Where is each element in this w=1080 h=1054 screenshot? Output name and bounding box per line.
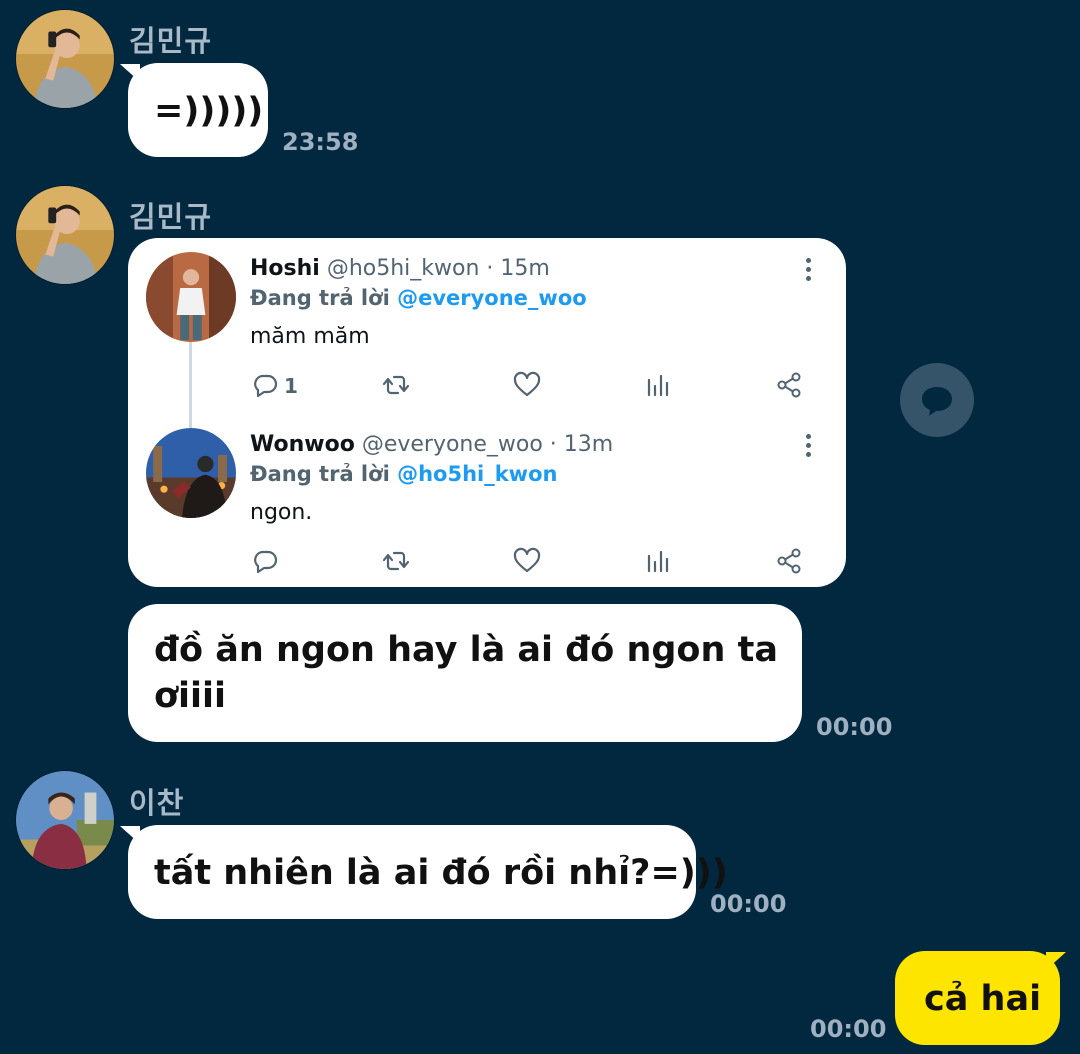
reply-mention-link[interactable]: @ho5hi_kwon (397, 462, 557, 486)
sender-name: 김민규 (129, 24, 213, 58)
message-bubble[interactable]: tất nhiên là ai đó rồi nhỉ?=))) (128, 825, 728, 919)
share-icon[interactable] (774, 546, 804, 576)
reply-icon[interactable] (250, 370, 280, 400)
tweet-avatar[interactable] (146, 252, 236, 342)
tweet-header: Hoshi @ho5hi_kwon · 15m (250, 256, 550, 281)
tweet-header: Wonwoo @everyone_woo · 13m (250, 432, 613, 457)
retweet-icon[interactable] (381, 546, 411, 576)
comment-icon (922, 387, 952, 416)
message-text: tất nhiên là ai đó rồi nhỉ?=))) (154, 853, 728, 893)
message-bubble[interactable]: đồ ăn ngon hay là ai đó ngon ta ơiiii (128, 604, 802, 742)
message-time: 00:00 (810, 1015, 887, 1043)
sender-name: 김민규 (129, 200, 213, 234)
reply-mention-link[interactable]: @everyone_woo (397, 286, 587, 310)
tweet-handle-time: @ho5hi_kwon · 15m (326, 256, 550, 281)
tweet-text: ngon. (250, 500, 313, 525)
comment-button[interactable] (900, 363, 974, 437)
views-icon[interactable] (643, 370, 673, 400)
reply-count: 1 (284, 374, 298, 398)
shared-tweet-card[interactable]: Hoshi @ho5hi_kwon · 15m Đang trả lời @ev… (128, 238, 846, 587)
tweet-avatar[interactable] (146, 428, 236, 518)
message-time: 23:58 (282, 128, 359, 156)
like-icon[interactable] (512, 370, 542, 400)
reply-icon[interactable] (250, 546, 280, 576)
more-icon[interactable] (806, 258, 812, 285)
tweet-display-name[interactable]: Hoshi (250, 256, 320, 281)
message-text: cả hai (924, 979, 1042, 1019)
thread-connector-line (189, 338, 192, 428)
more-icon[interactable] (806, 434, 812, 461)
like-icon[interactable] (512, 546, 542, 576)
sender-name: 이찬 (129, 786, 185, 820)
message-text: =))))) (154, 91, 264, 131)
tweet-text: măm măm (250, 324, 370, 349)
replying-to: Đang trả lời @ho5hi_kwon (250, 462, 557, 486)
message-time: 00:00 (816, 713, 893, 741)
message-time: 00:00 (710, 890, 787, 918)
avatar[interactable] (16, 771, 114, 869)
tweet-handle-time: @everyone_woo · 13m (361, 432, 614, 457)
avatar[interactable] (16, 10, 114, 108)
my-message-bubble[interactable]: cả hai (895, 951, 1060, 1045)
avatar[interactable] (16, 186, 114, 284)
replying-prefix: Đang trả lời (250, 462, 390, 486)
views-icon[interactable] (643, 546, 673, 576)
message-text-line: ơiiii (154, 676, 227, 716)
message-text-line: đồ ăn ngon hay là ai đó ngon ta (154, 630, 778, 670)
replying-prefix: Đang trả lời (250, 286, 390, 310)
replying-to: Đang trả lời @everyone_woo (250, 286, 587, 310)
share-icon[interactable] (774, 370, 804, 400)
tweet-display-name[interactable]: Wonwoo (250, 432, 355, 457)
message-bubble[interactable]: =))))) (128, 63, 268, 157)
bubble-tail (1046, 952, 1066, 970)
retweet-icon[interactable] (381, 370, 411, 400)
